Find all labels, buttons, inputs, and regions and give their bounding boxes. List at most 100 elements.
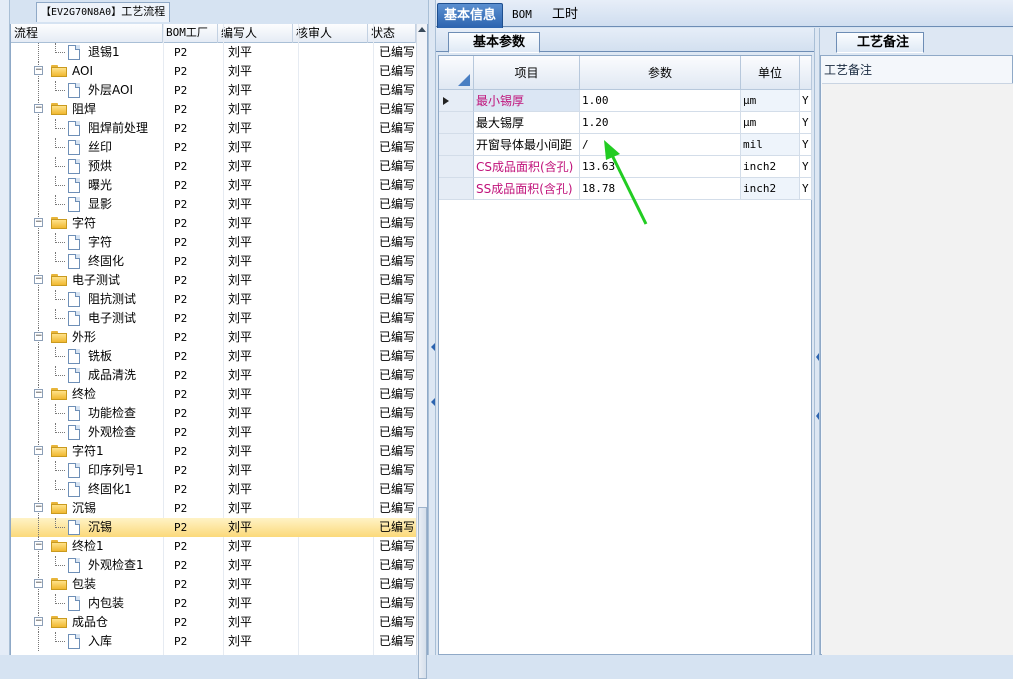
col-header-status[interactable]: 状态 (368, 24, 416, 43)
collapse-toggle-icon[interactable]: − (34, 104, 43, 113)
collapse-toggle-icon[interactable]: − (34, 541, 43, 550)
tree-scrollbar[interactable] (416, 24, 427, 679)
document-icon (68, 406, 80, 421)
tree-step-row[interactable]: 终固化1 P2 刘平 已编写 (11, 480, 416, 499)
param-row[interactable]: 最小锡厚 1.00 μm Y (439, 90, 812, 112)
scroll-up-arrow-icon[interactable] (418, 27, 426, 32)
document-icon (68, 311, 80, 326)
collapse-toggle-icon[interactable]: − (34, 218, 43, 227)
reviewer-cell (303, 461, 373, 480)
row-indicator[interactable] (439, 178, 474, 200)
tree-connector (38, 594, 39, 613)
tree-step-row[interactable]: 阻焊前处理 P2 刘平 已编写 (11, 119, 416, 138)
tree-step-row[interactable]: 终固化 P2 刘平 已编写 (11, 252, 416, 271)
tree-step-row[interactable]: 退锡1 P2 刘平 已编写 (11, 43, 416, 62)
tree-step-row[interactable]: 字符 P2 刘平 已编写 (11, 233, 416, 252)
tree-step-row[interactable]: 电子测试 P2 刘平 已编写 (11, 309, 416, 328)
collapse-toggle-icon[interactable]: − (34, 389, 43, 398)
tree-step-row[interactable]: 外观检查1 P2 刘平 已编写 (11, 556, 416, 575)
collapse-toggle-icon[interactable]: − (34, 66, 43, 75)
tree-node-label: 外观检查 (88, 425, 137, 439)
col-header-bom-factory[interactable]: BOM工厂 (163, 24, 218, 43)
tree-group-row[interactable]: − 终检 P2 刘平 已编写 (11, 385, 416, 404)
writer-cell: 刘平 (228, 254, 253, 268)
param-value-cell[interactable]: 1.00 (580, 90, 741, 112)
tree-node-label: 包装 (72, 577, 97, 591)
row-indicator[interactable] (439, 134, 474, 156)
tree-step-row[interactable]: 显影 P2 刘平 已编写 (11, 195, 416, 214)
collapse-toggle-icon[interactable]: − (34, 332, 43, 341)
grid-header-value[interactable]: 参数 (580, 56, 741, 90)
tree-group-row[interactable]: − 电子测试 P2 刘平 已编写 (11, 271, 416, 290)
col-header-writer[interactable]: 编写人 (218, 24, 293, 43)
tree-step-row[interactable]: 成品清洗 P2 刘平 已编写 (11, 366, 416, 385)
collapse-toggle-icon[interactable]: − (34, 446, 43, 455)
tree-step-row[interactable]: 阻抗测试 P2 刘平 已编写 (11, 290, 416, 309)
tree-connector (55, 52, 65, 54)
tab-basic-params[interactable]: 基本参数 (448, 32, 541, 53)
tree-step-row[interactable]: 印序列号1 P2 刘平 已编写 (11, 461, 416, 480)
col-header-flow[interactable]: 流程 (11, 24, 163, 43)
tree-group-row[interactable]: − 外形 P2 刘平 已编写 (11, 328, 416, 347)
collapse-toggle-icon[interactable]: − (34, 579, 43, 588)
tree-group-row[interactable]: − 终检1 P2 刘平 已编写 (11, 537, 416, 556)
reviewer-cell (303, 195, 373, 214)
tree-step-row[interactable]: 入库 P2 刘平 已编写 (11, 632, 416, 651)
tree-step-row[interactable]: 外层AOI P2 刘平 已编写 (11, 81, 416, 100)
tree-group-row[interactable]: − 字符1 P2 刘平 已编写 (11, 442, 416, 461)
tree-group-row[interactable]: − AOI P2 刘平 已编写 (11, 62, 416, 81)
tree-step-row[interactable]: 功能检查 P2 刘平 已编写 (11, 404, 416, 423)
collapse-arrow-icon[interactable] (816, 412, 819, 420)
writer-cell: 刘平 (228, 520, 253, 534)
tree-group-row[interactable]: − 沉锡 P2 刘平 已编写 (11, 499, 416, 518)
corner-triangle-icon (458, 74, 470, 86)
grid-header-item[interactable]: 项目 (474, 56, 580, 90)
tree-step-row[interactable]: 铣板 P2 刘平 已编写 (11, 347, 416, 366)
tree-group-row[interactable]: − 阻焊 P2 刘平 已编写 (11, 100, 416, 119)
bom-factory-cell: P2 (174, 141, 188, 154)
tab-process-notes[interactable]: 工艺备注 (836, 32, 925, 53)
scrollbar-thumb[interactable] (418, 507, 427, 679)
reviewer-cell (303, 442, 373, 461)
tree-step-row[interactable]: 外观检查 P2 刘平 已编写 (11, 423, 416, 442)
notes-textarea[interactable] (822, 83, 1013, 655)
tree-step-row[interactable]: 沉锡 P2 刘平 已编写 (11, 518, 416, 537)
status-cell: 已编写 (379, 216, 416, 230)
tree-step-row[interactable]: 预烘 P2 刘平 已编写 (11, 157, 416, 176)
collapse-left-arrow-icon[interactable] (431, 398, 435, 406)
grid-header-unit[interactable]: 单位 (741, 56, 800, 90)
tree-node-label: 显影 (88, 197, 113, 211)
collapse-toggle-icon[interactable]: − (34, 617, 43, 626)
reviewer-cell (303, 366, 373, 385)
status-cell: 已编写 (379, 45, 416, 59)
grid-header-extra[interactable] (800, 56, 812, 90)
param-value-cell[interactable]: 1.20 (580, 112, 741, 134)
tree-step-row[interactable]: 曝光 P2 刘平 已编写 (11, 176, 416, 195)
row-indicator[interactable] (439, 112, 474, 134)
panel-splitter-left[interactable] (428, 0, 436, 655)
tab-basic-info[interactable]: 基本信息 (437, 3, 504, 28)
tree-connector (38, 290, 39, 309)
collapse-arrow-icon[interactable] (816, 353, 819, 361)
tree-step-row[interactable]: 内包装 P2 刘平 已编写 (11, 594, 416, 613)
bom-factory-cell: P2 (174, 84, 188, 97)
grid-corner[interactable] (439, 56, 474, 90)
row-indicator[interactable] (439, 156, 474, 178)
folder-icon (51, 578, 67, 590)
collapse-left-arrow-icon[interactable] (431, 343, 435, 351)
status-cell: 已编写 (379, 159, 416, 173)
reviewer-cell (303, 613, 373, 632)
param-row[interactable]: 最大锡厚 1.20 μm Y (439, 112, 812, 134)
collapse-toggle-icon[interactable]: − (34, 503, 43, 512)
tree-group-row[interactable]: − 包装 P2 刘平 已编写 (11, 575, 416, 594)
bom-factory-cell: P2 (174, 559, 188, 572)
tab-work-hours[interactable]: 工时 (546, 3, 584, 27)
tree-group-row[interactable]: − 成品仓 P2 刘平 已编写 (11, 613, 416, 632)
tab-bom[interactable]: BOM (506, 3, 538, 27)
row-indicator[interactable] (439, 90, 474, 112)
collapse-toggle-icon[interactable]: − (34, 275, 43, 284)
writer-cell: 刘平 (228, 330, 253, 344)
tree-group-row[interactable]: − 字符 P2 刘平 已编写 (11, 214, 416, 233)
tree-step-row[interactable]: 丝印 P2 刘平 已编写 (11, 138, 416, 157)
col-header-reviewer[interactable]: 核审人 (293, 24, 368, 43)
